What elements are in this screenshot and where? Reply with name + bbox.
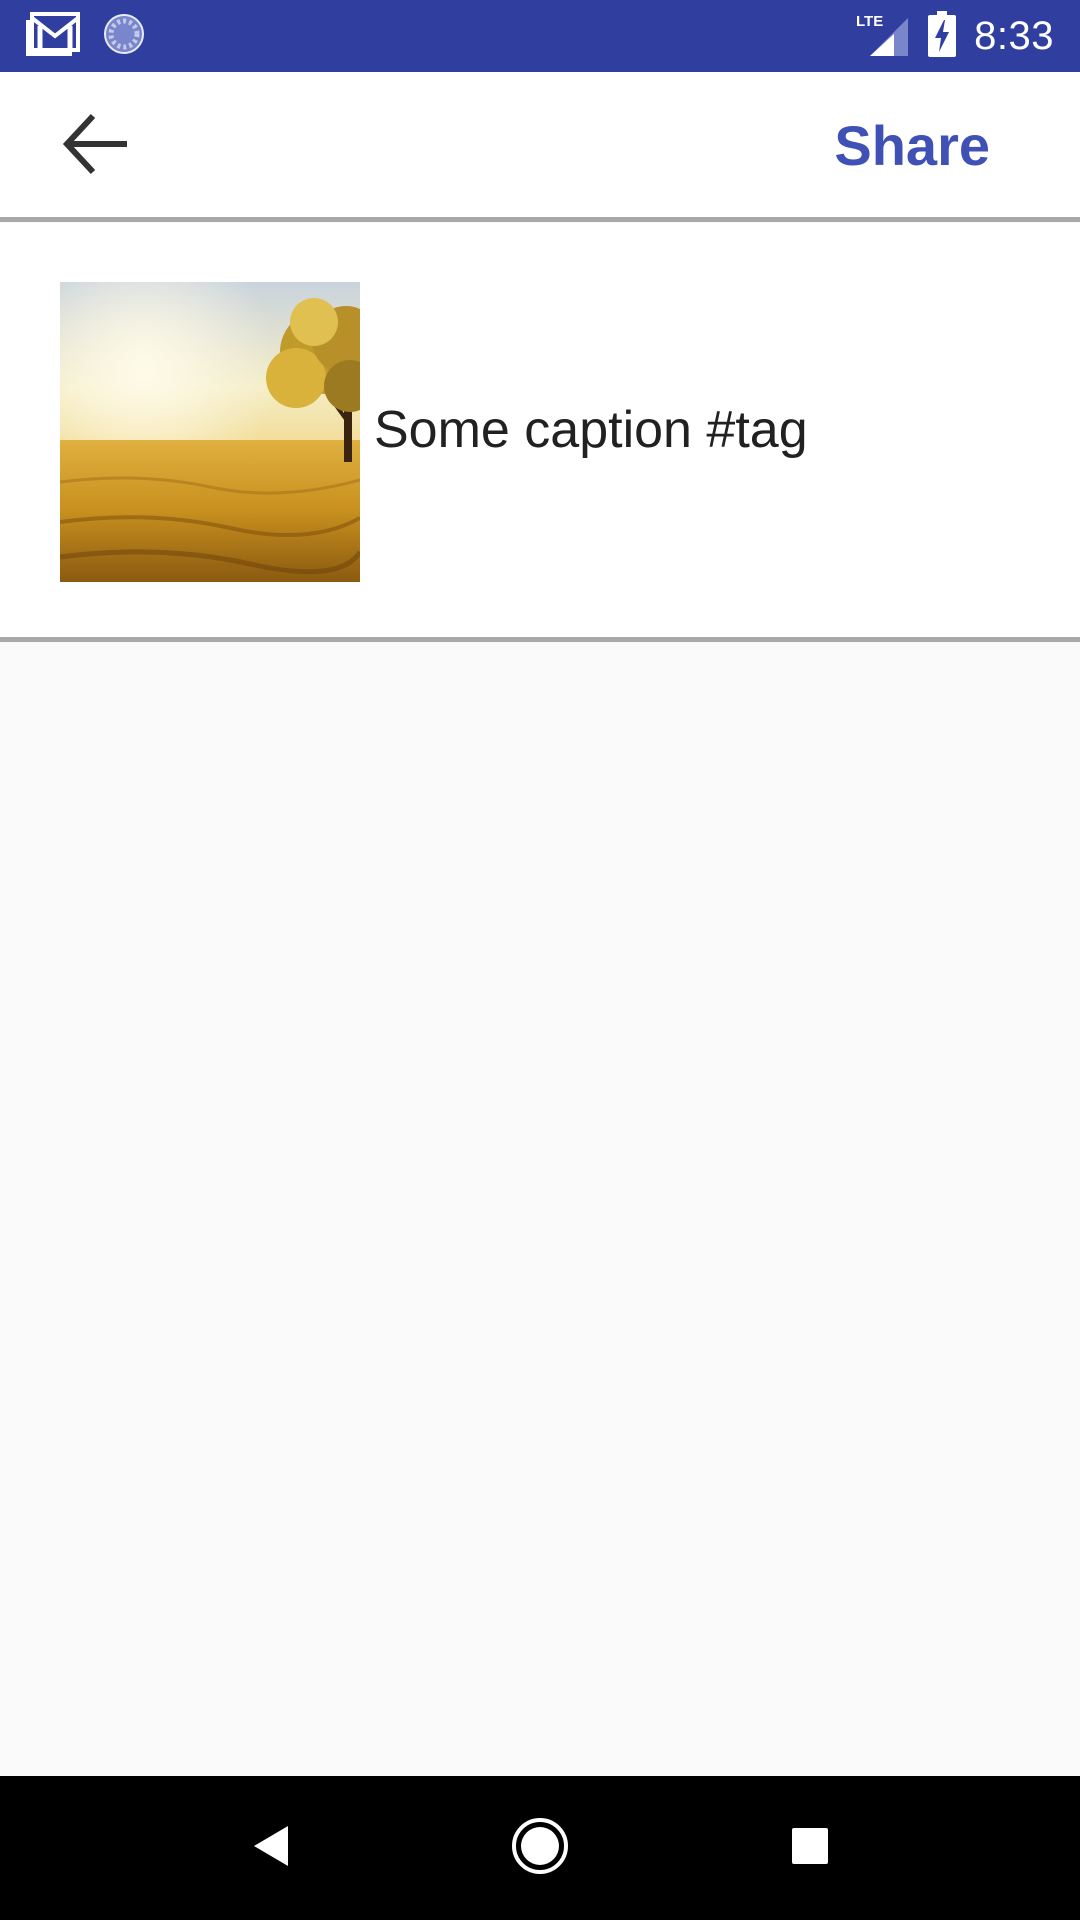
status-notifications [26, 11, 146, 61]
status-bar: LTE 8:33 [0, 0, 1080, 72]
status-time: 8:33 [974, 13, 1054, 58]
nav-home-button[interactable] [500, 1808, 580, 1888]
sync-icon [102, 12, 146, 61]
home-circle-icon [510, 1816, 570, 1881]
nav-recents-button[interactable] [770, 1808, 850, 1888]
back-button[interactable] [48, 108, 144, 184]
status-system: LTE 8:33 [856, 0, 1054, 72]
network-type-label: LTE [856, 13, 883, 30]
post-preview: Some caption #tag [0, 223, 1080, 637]
divider-top [0, 217, 1080, 222]
arrow-back-icon [61, 112, 131, 181]
divider-bottom [0, 637, 1080, 642]
navigation-bar [0, 1776, 1080, 1920]
back-triangle-icon [250, 1824, 290, 1873]
nav-back-button[interactable] [230, 1808, 310, 1888]
post-caption: Some caption #tag [374, 401, 808, 459]
battery-charging-icon [928, 10, 957, 62]
gmail-icon [26, 11, 80, 61]
share-button[interactable]: Share [834, 72, 990, 218]
app-bar: Share [0, 72, 1080, 218]
recents-square-icon [790, 1826, 830, 1871]
share-screen: LTE 8:33 Share Some caption #tag [0, 0, 1080, 1920]
lte-signal-icon: LTE [856, 12, 910, 61]
golden-field-tree-image [60, 282, 360, 582]
